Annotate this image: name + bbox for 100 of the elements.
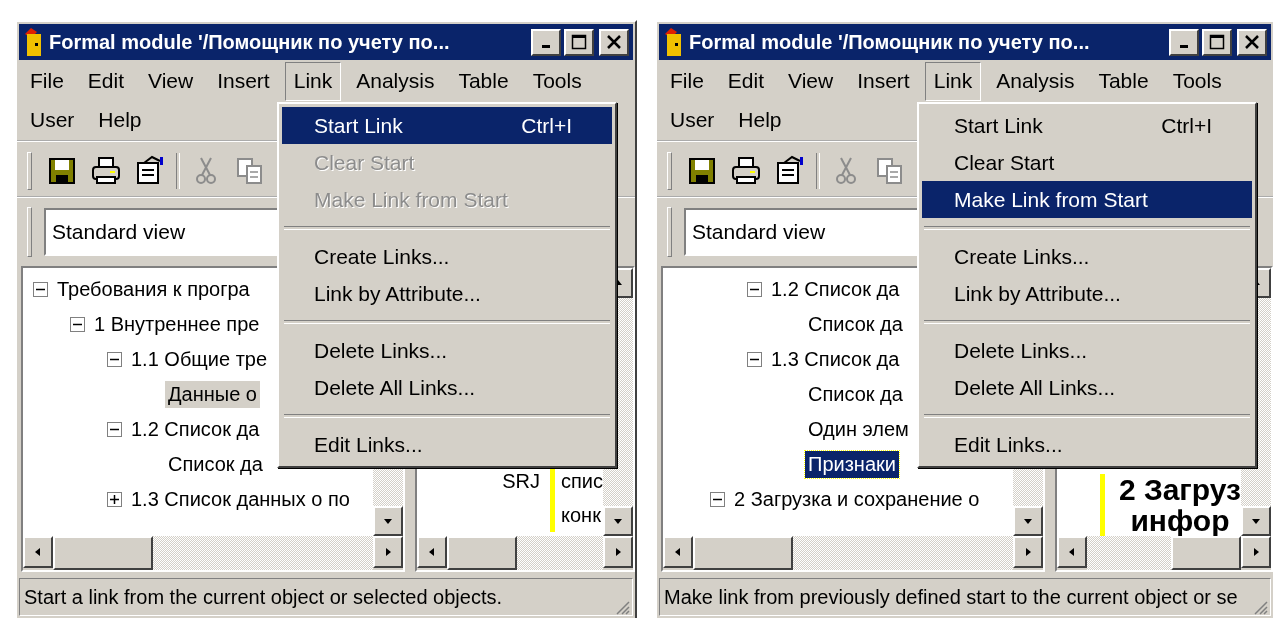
tree-item[interactable]: Один элем [805, 416, 912, 443]
menu-item[interactable]: Delete Links... [282, 332, 612, 369]
menu-item[interactable]: Analysis [987, 62, 1084, 101]
collapse-icon[interactable] [107, 352, 122, 367]
scroll-left-button[interactable] [417, 536, 447, 568]
tree-item[interactable]: Требования к програ [54, 276, 253, 303]
menu-item[interactable]: File [21, 62, 73, 101]
close-icon [606, 34, 622, 50]
scroll-thumb[interactable] [1171, 536, 1241, 570]
tree-item[interactable]: 1.2 Список да [128, 416, 263, 443]
scroll-right-button[interactable] [603, 536, 633, 568]
menu-item[interactable]: Start Link Ctrl+I [922, 107, 1252, 144]
scroll-down-button[interactable] [1241, 506, 1271, 536]
close-button[interactable] [1237, 28, 1267, 56]
menu-item[interactable]: Edit Links... [922, 426, 1252, 463]
menu-item[interactable]: Help [729, 101, 791, 140]
door-icon [23, 28, 43, 56]
menu-item[interactable]: Insert [208, 62, 279, 101]
menu-item[interactable]: Tools [523, 62, 591, 101]
arrow-right-icon [383, 547, 393, 557]
horizontal-scrollbar[interactable] [417, 536, 633, 570]
window-title: Formal module '/Помощник по учету по... [689, 30, 1091, 54]
horizontal-scrollbar[interactable] [1057, 536, 1271, 570]
collapse-icon[interactable] [107, 422, 122, 437]
collapse-icon[interactable] [710, 492, 725, 507]
maximize-button[interactable] [564, 28, 594, 56]
scroll-down-button[interactable] [603, 506, 633, 536]
tree-item[interactable]: Список да [165, 451, 266, 478]
table-cell: 2 Загруз [1118, 474, 1241, 505]
menu-item[interactable]: Insert [848, 62, 919, 101]
scroll-thumb[interactable] [447, 536, 517, 570]
menu-item[interactable]: Make Link from Start [922, 181, 1252, 218]
tree-item[interactable]: Список да [805, 381, 906, 408]
scroll-down-button[interactable] [373, 506, 403, 536]
menu-item[interactable]: Edit Links... [282, 426, 612, 463]
scroll-right-button[interactable] [1241, 536, 1271, 568]
menu-item[interactable]: Edit [718, 62, 774, 101]
close-button[interactable] [599, 28, 629, 56]
menu-item[interactable]: View [139, 62, 203, 101]
menu-item[interactable]: Table [449, 62, 518, 101]
resize-grip-icon[interactable] [614, 599, 630, 615]
scroll-thumb[interactable] [53, 536, 153, 570]
tree-item[interactable]: 1.1 Общие тре [128, 346, 271, 373]
menu-item[interactable]: Link [284, 62, 342, 101]
minimize-button[interactable] [531, 28, 561, 56]
minimize-icon [1180, 44, 1188, 48]
arrow-right-icon [613, 547, 623, 557]
tree-item[interactable]: 1.2 Список да [768, 276, 903, 303]
tree-item[interactable]: 1 Внутреннее пре [91, 311, 263, 338]
scroll-left-button[interactable] [663, 536, 693, 568]
menu-item[interactable]: Delete Links... [922, 332, 1252, 369]
horizontal-scrollbar[interactable] [663, 536, 1043, 570]
menu-item[interactable]: Start Link Ctrl+I [282, 107, 612, 144]
arrow-down-icon [1023, 516, 1033, 526]
menu-item[interactable]: Delete All Links... [922, 369, 1252, 406]
menu-item[interactable]: Link by Attribute... [922, 275, 1252, 312]
collapse-icon[interactable] [33, 282, 48, 297]
minimize-icon [542, 44, 550, 48]
scroll-left-button[interactable] [23, 536, 53, 568]
collapse-icon[interactable] [747, 352, 762, 367]
expand-icon[interactable] [107, 492, 122, 507]
scroll-right-button[interactable] [1013, 536, 1043, 568]
menu-item[interactable]: Analysis [347, 62, 444, 101]
menu-item[interactable]: User [21, 101, 84, 140]
arrow-down-icon [1251, 516, 1261, 526]
tree-item[interactable]: 1.3 Список да [768, 346, 903, 373]
resize-grip-icon[interactable] [1252, 599, 1268, 615]
menu-item[interactable]: Table [1089, 62, 1158, 101]
arrow-left-icon [427, 547, 437, 557]
change-bar [1099, 474, 1105, 536]
scroll-down-button[interactable] [1013, 506, 1043, 536]
menu-item[interactable]: User [661, 101, 724, 140]
table-cell-text: SRJ [502, 469, 540, 494]
menu-item[interactable]: Tools [1163, 62, 1231, 101]
tree-item[interactable]: 2 Загрузка и сохранение о [731, 486, 983, 513]
status-text: Start a link from the current object or selected objects. [24, 585, 502, 609]
tree-item[interactable]: Данные о [165, 381, 260, 408]
collapse-icon[interactable] [747, 282, 762, 297]
scroll-left-button[interactable] [1057, 536, 1087, 568]
menu-item[interactable]: Clear Start [922, 144, 1252, 181]
arrow-left-icon [1067, 547, 1077, 557]
menu-item[interactable]: Edit [78, 62, 134, 101]
maximize-button[interactable] [1202, 28, 1232, 56]
scroll-right-button[interactable] [373, 536, 403, 568]
minimize-button[interactable] [1169, 28, 1199, 56]
menu-item[interactable]: Help [89, 101, 151, 140]
scroll-thumb[interactable] [693, 536, 793, 570]
tree-item[interactable]: 1.3 Список данных о по [128, 486, 353, 513]
table-cell-text: конк [561, 503, 602, 528]
collapse-icon[interactable] [70, 317, 85, 332]
tree-item[interactable]: Признаки [805, 451, 899, 478]
menu-item[interactable]: Link [924, 62, 982, 101]
menu-item[interactable]: Delete All Links... [282, 369, 612, 406]
arrow-left-icon [673, 547, 683, 557]
menu-item[interactable]: Link by Attribute... [282, 275, 612, 312]
tree-item[interactable]: Список да [805, 311, 906, 338]
menu-item[interactable]: View [779, 62, 843, 101]
horizontal-scrollbar[interactable] [23, 536, 403, 570]
table-cell-text: спис [561, 469, 603, 494]
menu-item[interactable]: File [661, 62, 713, 101]
